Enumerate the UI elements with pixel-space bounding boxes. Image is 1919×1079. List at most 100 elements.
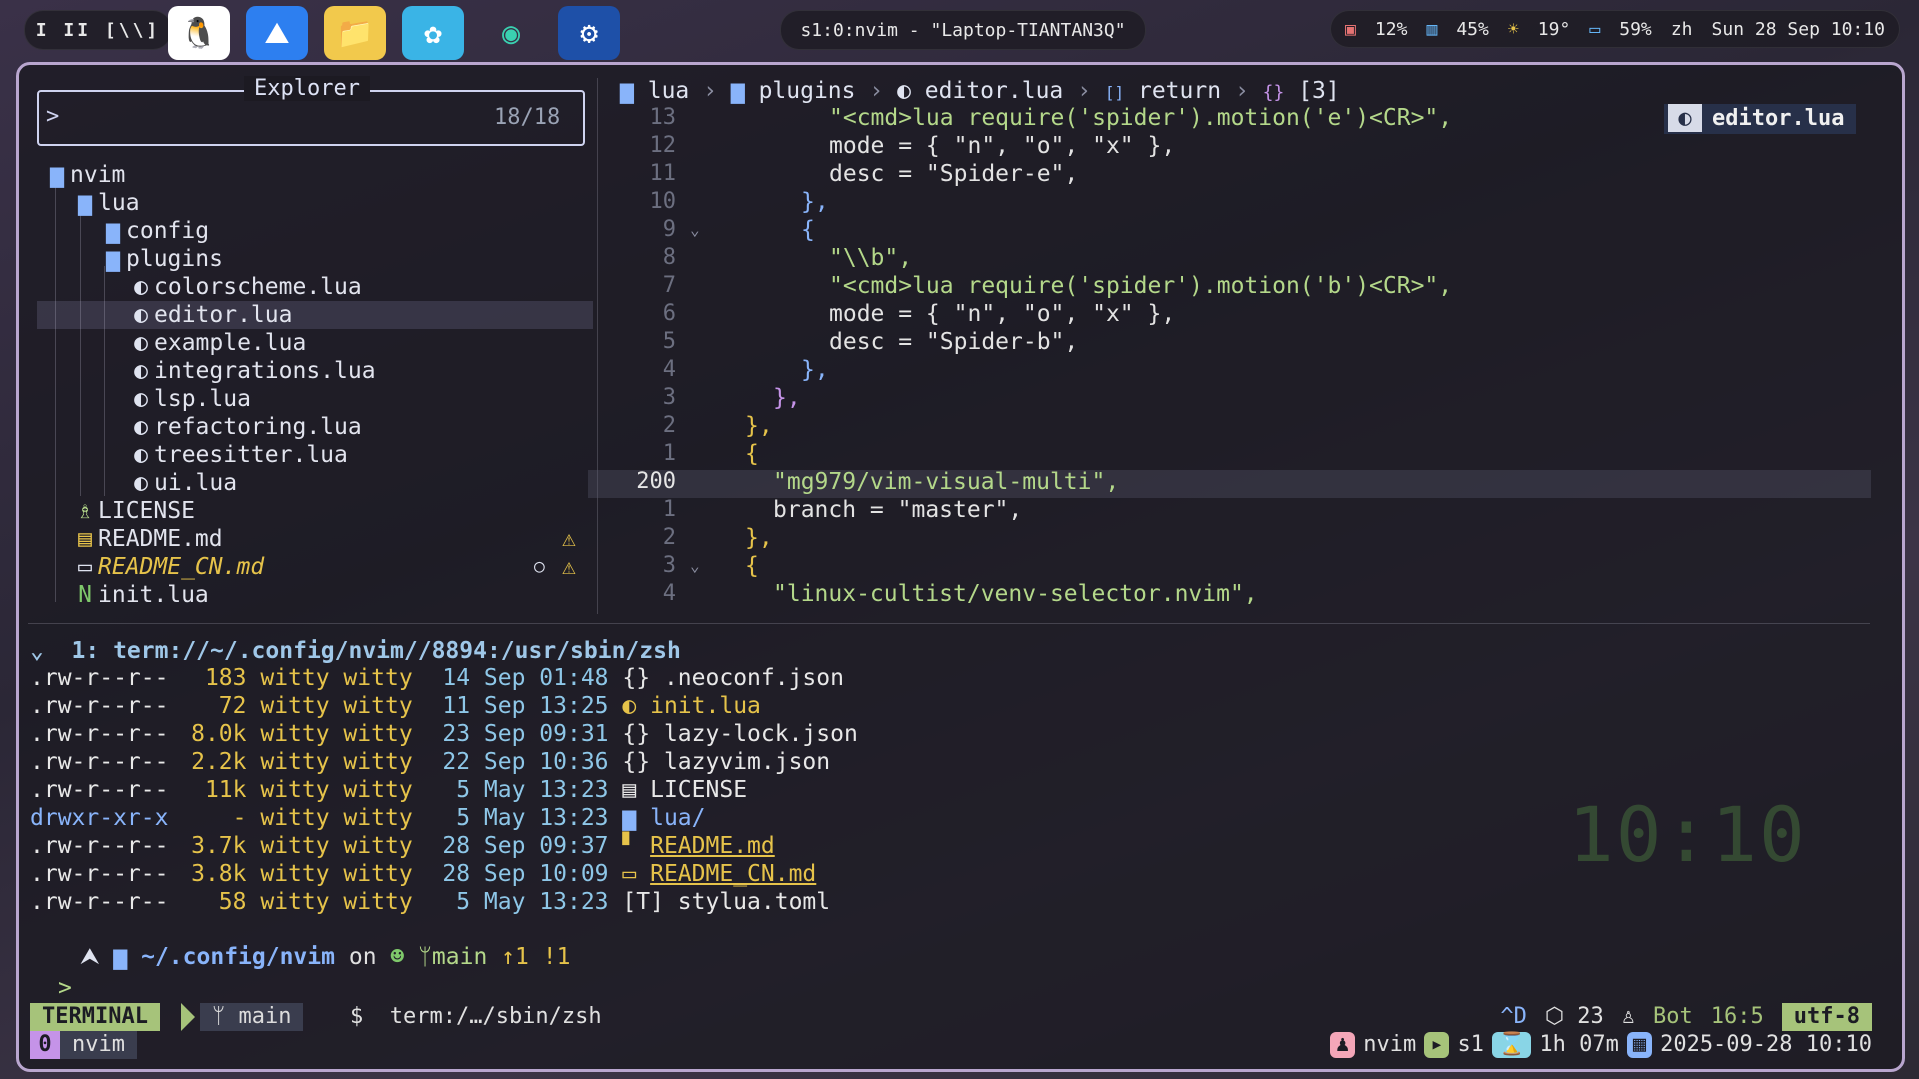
camera-app-icon[interactable]: ⚙: [558, 6, 620, 60]
breadcrumb-item[interactable]: return: [1138, 78, 1221, 104]
line-number: 9: [662, 217, 676, 242]
window-index[interactable]: 0: [30, 1031, 60, 1059]
tree-item-label: nvim: [70, 162, 126, 188]
code-line: },: [773, 385, 801, 411]
breadcrumb-item[interactable]: editor.lua: [925, 78, 1063, 104]
tree-item-refactoring[interactable]: ◐ refactoring.lua: [128, 413, 362, 441]
edge-browser-icon[interactable]: ◉: [480, 6, 542, 60]
line-number: 4: [662, 357, 676, 382]
tree-item-init[interactable]: Ninit.lua: [72, 581, 209, 609]
tree-guide: [104, 266, 105, 496]
tree-item-config[interactable]: ▆ config: [100, 217, 209, 245]
tree-item-lua[interactable]: ▆ lua: [72, 189, 140, 217]
window-name[interactable]: nvim: [60, 1031, 137, 1059]
tree-item-integrations[interactable]: ◐ integrations.lua: [128, 357, 376, 385]
vertical-split[interactable]: [597, 78, 598, 614]
file-name: README.md: [650, 833, 775, 859]
breadcrumb: ▆ lua › ▆ plugins › ◐ editor.lua › [] re…: [620, 78, 1340, 104]
modified-date: 22 Sep 10:36: [442, 749, 609, 775]
fold-chevron-icon[interactable]: ⌄: [690, 556, 700, 575]
mountain-app-icon[interactable]: ⛰: [246, 6, 308, 60]
language-indicator[interactable]: zh: [1671, 19, 1693, 40]
permissions: .rw-r--r--: [30, 833, 169, 859]
tree-item-readme[interactable]: ▤ README.md: [72, 525, 223, 553]
line-number: 10: [649, 189, 677, 214]
line-number: 4: [662, 581, 676, 606]
flower-app-icon[interactable]: ✿: [402, 6, 464, 60]
terminal-header[interactable]: ⌄ 1: term://~/.config/nvim//8894:/usr/sb…: [30, 638, 681, 664]
lazy-updates[interactable]: ⬡ 23: [1545, 1003, 1604, 1031]
breadcrumb-item[interactable]: plugins: [759, 78, 856, 104]
git-branch-label: main: [238, 1004, 292, 1029]
git-branch[interactable]: ᛘ main: [200, 1003, 304, 1031]
cursor-position: 16:5: [1710, 1004, 1764, 1029]
lazy-updates-count: 23: [1577, 1004, 1604, 1029]
tree-item-treesitter[interactable]: ◐ treesitter.lua: [128, 441, 348, 469]
terminal-header-text: 1: term://~/.config/nvim//8894:/usr/sbin…: [71, 638, 681, 664]
file-size: 72: [218, 693, 247, 719]
tree-item-label: lua: [98, 190, 140, 216]
list-item: .rw-r--r-- 11k witty witty 5 May 13:23 ▤ …: [30, 776, 747, 804]
chevron-right-icon: ›: [1077, 78, 1091, 104]
qq-app-icon[interactable]: 🐧: [168, 6, 230, 60]
neovim-icon: ☻: [390, 944, 419, 970]
tree-item-plugins[interactable]: ▆ plugins: [100, 245, 223, 273]
line-number: 11: [649, 161, 677, 186]
code-line: branch = "master",: [773, 497, 1023, 523]
tree-guide: [80, 210, 81, 496]
fold-chevron-icon[interactable]: ⌄: [690, 220, 700, 239]
line-number: 3: [662, 385, 676, 410]
statusline-file: $ term:/…/sbin/zsh: [350, 1004, 602, 1029]
line-number: 1: [662, 497, 676, 522]
license-icon: ♗: [78, 498, 92, 524]
tree-item-example[interactable]: ◐ example.lua: [128, 329, 306, 357]
git-ahead: ↑1: [501, 944, 529, 970]
json-icon: {}: [622, 749, 651, 775]
tree-item-nvim[interactable]: ▆ nvim: [44, 161, 125, 189]
tree-item-colorscheme[interactable]: ◐ colorscheme.lua: [128, 273, 362, 301]
keystroke: ^D: [1500, 1004, 1527, 1029]
tmux-bar: 0 nvim ♟ nvim ▸ s1 ⌛ 1h 07m ▦ 2025-09-28…: [30, 1031, 1872, 1059]
breadcrumb-item[interactable]: lua: [648, 78, 690, 104]
clock[interactable]: Sun 28 Sep 10:10: [1712, 19, 1885, 40]
tree-item-ui[interactable]: ◐ ui.lua: [128, 469, 237, 497]
code-line: },: [801, 189, 829, 215]
file-size: 3.8k: [191, 861, 247, 887]
modified-date: 28 Sep 09:37: [442, 833, 609, 859]
workspace-indicator[interactable]: I II [\\]: [24, 10, 172, 50]
warning-icon: ⚠: [562, 554, 576, 580]
tree-item-license[interactable]: ♗ LICENSE: [72, 497, 195, 525]
tmux-app: nvim: [1363, 1032, 1417, 1057]
file-tag[interactable]: ◐ editor.lua: [1664, 104, 1857, 134]
file-name: LICENSE: [650, 777, 748, 803]
horizontal-split[interactable]: [28, 623, 1870, 624]
prompt-caret[interactable]: >: [58, 975, 72, 1001]
chevron-right-icon: ›: [869, 78, 884, 104]
lua-icon: ◐: [134, 274, 148, 300]
file-name: .neoconf.json: [663, 665, 844, 691]
markdown-icon: ▤: [78, 526, 92, 552]
neovim-icon: N: [78, 582, 92, 608]
permissions: .rw-r--r--: [30, 665, 169, 691]
line-number: 7: [662, 273, 676, 298]
modified-date: 14 Sep 01:48: [442, 665, 609, 691]
folder-icon: ▆: [106, 218, 120, 244]
owner: witty witty: [260, 665, 413, 691]
file-size: 183: [204, 665, 247, 691]
tree-item-readme-cn[interactable]: ▭ README_CN.md: [72, 553, 264, 581]
owner: witty witty: [260, 833, 413, 859]
permissions: .rw-r--r--: [30, 861, 169, 887]
code-line: "\\b",: [829, 245, 913, 271]
folder-app-icon[interactable]: 📁: [324, 6, 386, 60]
arch-icon: ⮝: [80, 944, 114, 970]
file-tag-label: editor.lua: [1712, 106, 1845, 131]
lua-icon: ◐: [622, 693, 637, 719]
explorer-count: 18/18: [494, 105, 561, 130]
file-name: README_CN.md: [650, 861, 817, 887]
tree-item-editor[interactable]: ◐ editor.lua: [128, 301, 292, 329]
line-number: 8: [662, 245, 676, 270]
git-branch-icon: ᛘ: [212, 1004, 239, 1029]
tree-item-lsp[interactable]: ◐ lsp.lua: [128, 385, 251, 413]
user-icon: ♟: [1329, 1032, 1356, 1058]
breadcrumb-item[interactable]: [3]: [1298, 78, 1340, 104]
